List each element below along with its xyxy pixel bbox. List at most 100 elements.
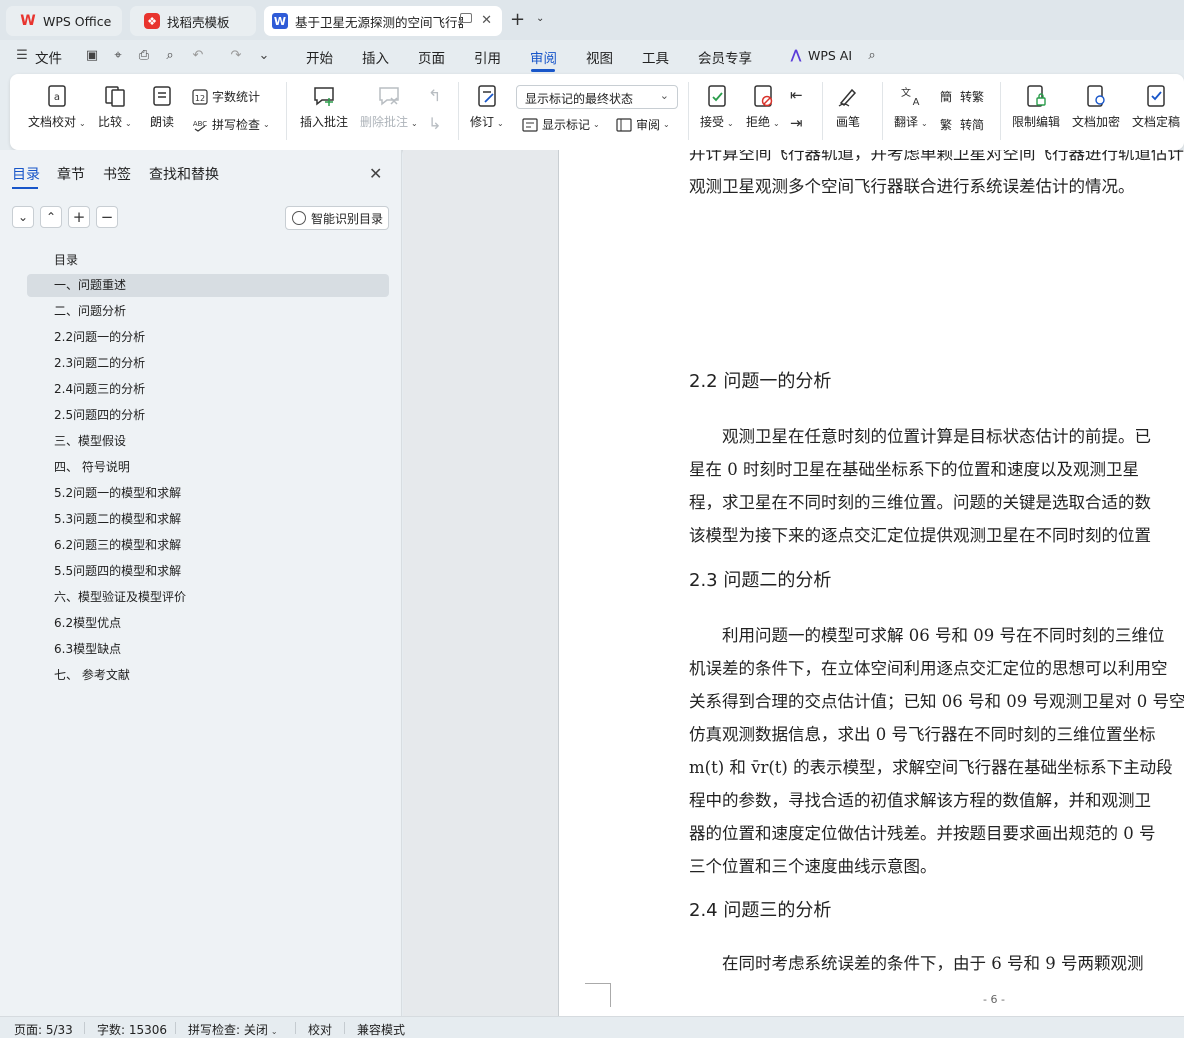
text-line: 程中的参数，寻找合适的初值求解该方程的数值解，并和观测卫	[689, 791, 1151, 810]
print-icon[interactable]: ⎙	[136, 48, 152, 64]
new-tab-icon[interactable]: +	[510, 9, 525, 30]
tab-bar: W WPS Office ❖ 找稻壳模板 W 基于卫星无源探测的空间飞行器 ✕ …	[0, 0, 1184, 40]
menu-insert[interactable]: 插入	[362, 47, 389, 67]
word-count-button[interactable]: 12 字数统计	[192, 88, 260, 105]
track-changes-button[interactable]: 修订 ⌄	[470, 84, 504, 130]
smart-toc-button[interactable]: 智能识别目录	[285, 206, 389, 230]
search-icon[interactable]: ⌕	[864, 48, 880, 64]
menu-page[interactable]: 页面	[418, 47, 445, 67]
save-icon[interactable]: ▣	[84, 48, 100, 64]
spell-check-status[interactable]: 拼写检查: 关闭 ⌄	[188, 1021, 278, 1038]
word-count-status[interactable]: 字数: 15306	[97, 1021, 167, 1038]
proof-status[interactable]: 校对	[308, 1021, 332, 1038]
menu-review[interactable]: 审阅	[530, 47, 557, 67]
toc-heading[interactable]: 目录	[54, 251, 78, 268]
markup-state-select[interactable]: 显示标记的最终状态 ⌄	[516, 85, 678, 109]
undo-icon[interactable]: ↶	[190, 48, 206, 64]
toc-item[interactable]: 2.4问题三的分析	[27, 378, 389, 401]
page-indicator[interactable]: 页面: 5/33	[14, 1021, 73, 1038]
toc-item[interactable]: 六、模型验证及模型评价	[27, 586, 389, 609]
delete-comment-button[interactable]: 删除批注 ⌄	[360, 84, 418, 130]
menu-membership[interactable]: 会员专享	[698, 47, 752, 67]
collapse-down-icon[interactable]: ⌄	[12, 206, 34, 228]
toc-item[interactable]: 二、问题分析	[27, 300, 389, 323]
menu-home[interactable]: 开始	[306, 47, 333, 67]
document-page[interactable]: 度、卫星对飞行器的仿真观测数据、空间飞行器在基础坐标系下主动方程以及观测卫星的简…	[558, 150, 1184, 1016]
spell-check-button[interactable]: ABC 拼写检查 ⌄	[192, 116, 270, 133]
menu-wps-ai[interactable]: WPS AI	[808, 48, 852, 63]
menu-tools[interactable]: 工具	[642, 47, 669, 67]
add-heading-icon[interactable]: +	[68, 206, 90, 228]
remove-heading-icon[interactable]: −	[96, 206, 118, 228]
toc-item[interactable]: 2.3问题二的分析	[27, 352, 389, 375]
share-icon[interactable]: ⌖	[110, 48, 126, 64]
close-tab-icon[interactable]: ✕	[481, 13, 492, 28]
toc-item[interactable]: 七、 参考文献	[27, 664, 389, 687]
menu-reference[interactable]: 引用	[474, 47, 501, 67]
section-heading: 2.3 问题二的分析	[689, 570, 832, 591]
toc-item[interactable]: 四、 符号说明	[27, 456, 389, 479]
next-change-icon[interactable]: ⇥	[790, 114, 803, 132]
monitor-icon[interactable]	[460, 13, 472, 23]
to-traditional-button[interactable]: 簡 转繁	[940, 88, 984, 105]
tab-wps-office[interactable]: W WPS Office	[6, 6, 122, 36]
toc-item[interactable]: 2.5问题四的分析	[27, 404, 389, 427]
next-comment-icon[interactable]: ↳	[428, 114, 441, 133]
pen-button[interactable]: 画笔	[836, 84, 860, 130]
expand-up-icon[interactable]: ⌃	[40, 206, 62, 228]
svg-text:A: A	[912, 97, 919, 108]
toc-item[interactable]: 5.5问题四的模型和求解	[27, 560, 389, 583]
toc-item[interactable]: 5.3问题二的模型和求解	[27, 508, 389, 531]
encrypt-icon	[1087, 85, 1105, 107]
toc-item[interactable]: 6.3模型缺点	[27, 638, 389, 661]
chevron-down-icon[interactable]: ⌄	[536, 13, 544, 24]
toc-item[interactable]: 6.2问题三的模型和求解	[27, 534, 389, 557]
translate-button[interactable]: 文A 翻译 ⌄	[894, 84, 928, 130]
menu-view[interactable]: 视图	[586, 47, 613, 67]
toc-item[interactable]: 6.2模型优点	[27, 612, 389, 635]
close-icon[interactable]: ✕	[369, 164, 382, 183]
print-preview-icon[interactable]: ⌕	[162, 48, 178, 64]
nav-tab-toc[interactable]: 目录	[12, 164, 40, 184]
compare-label: 比较	[98, 115, 123, 129]
compare-button[interactable]: 比较 ⌄	[98, 84, 132, 130]
show-markup-button[interactable]: 显示标记 ⌄	[522, 116, 600, 133]
tab-docer-templates[interactable]: ❖ 找稻壳模板	[130, 6, 256, 36]
menu-file[interactable]: 文件	[35, 47, 62, 67]
text-line: 关系得到合理的交点估计值；已知 06 号和 09 号观测卫星对 0 号空	[689, 692, 1184, 711]
insert-comment-button[interactable]: 插入批注	[300, 84, 348, 130]
toc-item[interactable]: 一、问题重述	[27, 274, 389, 297]
wps-ai-icon: ⋀	[790, 48, 802, 63]
text-line: 并计算空间飞行器轨道，并考虑单颗卫星对空间飞行器进行轨道估计	[689, 150, 1184, 163]
redo-icon[interactable]: ↷	[228, 48, 244, 64]
accept-button[interactable]: 接受 ⌄	[700, 84, 734, 130]
nav-tab-find-replace[interactable]: 查找和替换	[149, 164, 219, 184]
finalize-button[interactable]: 文档定稿	[1132, 84, 1180, 130]
section-heading: 2.4 问题三的分析	[689, 900, 832, 921]
review-pane-button[interactable]: 审阅 ⌄	[616, 116, 670, 133]
nav-tab-chapters[interactable]: 章节	[57, 164, 85, 184]
insert-comment-label: 插入批注	[300, 115, 349, 129]
spell-check-icon: ABC	[193, 120, 207, 132]
toc-item[interactable]: 三、模型假设	[27, 430, 389, 453]
tab-document[interactable]: W 基于卫星无源探测的空间飞行器 ✕	[264, 6, 502, 36]
doc-check-button[interactable]: a 文档校对 ⌄	[28, 84, 86, 130]
reject-button[interactable]: 拒绝 ⌄	[746, 84, 780, 130]
hamburger-menu-icon[interactable]: ☰	[14, 48, 30, 64]
text-line: 利用问题一的模型可求解 06 号和 09 号在不同时刻的三维位	[689, 626, 1165, 645]
previous-comment-icon[interactable]: ↰	[428, 86, 441, 105]
read-aloud-button[interactable]: 朗读	[150, 84, 174, 130]
toc-item[interactable]: 5.2问题一的模型和求解	[27, 482, 389, 505]
menu-bar: ☰ 文件 ▣ ⌖ ⎙ ⌕ ↶ ↷ ⌄ 开始 插入 页面 引用 审阅 视图 工具 …	[0, 40, 1184, 72]
text-line: 该模型为接下来的逐点交汇定位提供观测卫星在不同时刻的位置	[689, 526, 1151, 545]
encrypt-button[interactable]: 文档加密	[1072, 84, 1120, 130]
to-simplified-button[interactable]: 繁 转简	[940, 116, 984, 133]
margin-mark	[585, 983, 611, 1007]
document-area[interactable]: 度、卫星对飞行器的仿真观测数据、空间飞行器在基础坐标系下主动方程以及观测卫星的简…	[403, 150, 1184, 1016]
review-pane-icon	[616, 117, 632, 132]
more-chevron-icon[interactable]: ⌄	[256, 48, 272, 64]
previous-change-icon[interactable]: ⇤	[790, 86, 803, 104]
restrict-edit-button[interactable]: 限制编辑	[1012, 84, 1060, 130]
nav-tab-bookmarks[interactable]: 书签	[103, 164, 131, 184]
toc-item[interactable]: 2.2问题一的分析	[27, 326, 389, 349]
